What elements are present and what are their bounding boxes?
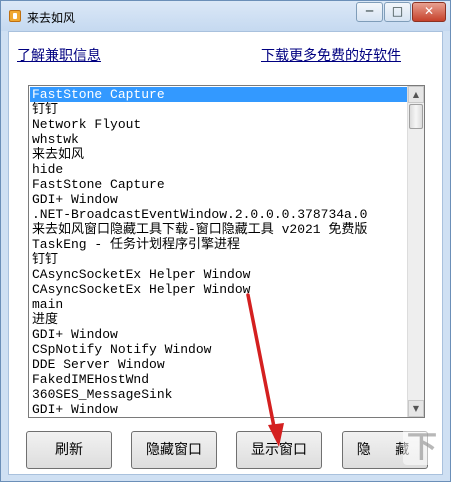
svg-text:下: 下 (407, 430, 437, 465)
list-item[interactable]: Network Flyout (30, 117, 407, 132)
title-bar[interactable]: 来去如风 ─ □ ✕ (1, 1, 450, 31)
close-button[interactable]: ✕ (412, 2, 446, 22)
list-item[interactable]: hide (30, 162, 407, 177)
window-list-items: FastStone Capture 钉钉 Network Flyout whstwk 来… (30, 87, 407, 416)
list-item[interactable]: FakedIMEHostWnd (30, 372, 407, 387)
show-window-button[interactable]: 显示窗口 (236, 431, 322, 469)
scroll-thumb[interactable] (409, 104, 423, 129)
list-item[interactable]: 钉钉 (30, 102, 407, 117)
hide-window-button[interactable]: 隐藏窗口 (131, 431, 217, 469)
list-item[interactable]: TaskEng - 任务计划程序引擎进程 (30, 237, 407, 252)
client-area: 了解兼职信息 下载更多免费的好软件 FastStone Capture 钉钉 Net… (8, 31, 443, 475)
window-list[interactable]: FastStone Capture 钉钉 Network Flyout whstwk 来… (28, 85, 425, 418)
list-item[interactable]: CAsyncSocketEx Helper Window (30, 267, 407, 282)
list-item[interactable]: 钉钉 (30, 252, 407, 267)
main-window: 来去如风 ─ □ ✕ 了解兼职信息 下载更多免费的好软件 FastStone C… (0, 0, 451, 482)
watermark-logo: 下 (403, 425, 441, 465)
minimize-button[interactable]: ─ (356, 2, 383, 22)
app-icon (9, 10, 21, 22)
window-title: 来去如风 (27, 11, 76, 25)
list-item[interactable]: DDE Server Window (30, 357, 407, 372)
list-item[interactable]: whstwk (30, 132, 407, 147)
list-item[interactable]: GDI+ Window (30, 327, 407, 342)
list-item[interactable]: 进度 (30, 312, 407, 327)
list-item[interactable]: FastStone Capture (30, 87, 407, 102)
scroll-up-icon[interactable]: ▲ (408, 86, 424, 103)
list-item[interactable]: CSpNotify Notify Window (30, 342, 407, 357)
list-item[interactable]: 来去如风窗口隐藏工具下载-窗口隐藏工具 v2021 免费版 (30, 222, 407, 237)
download-more-software-link[interactable]: 下载更多免费的好软件 (261, 45, 401, 65)
list-item[interactable]: FastStone Capture (30, 177, 407, 192)
list-item[interactable]: CAsyncSocketEx Helper Window (30, 282, 407, 297)
list-item[interactable]: GDI+ Window (30, 192, 407, 207)
scroll-down-icon[interactable]: ▼ (408, 400, 424, 417)
list-item[interactable]: 来去如风 (30, 147, 407, 162)
list-item[interactable]: .NET-BroadcastEventWindow.2.0.0.0.378734… (30, 207, 407, 222)
maximize-button[interactable]: □ (384, 2, 411, 22)
part-time-info-link[interactable]: 了解兼职信息 (17, 45, 101, 65)
list-item[interactable]: main (30, 297, 407, 312)
list-item[interactable]: GDI+ Window (30, 402, 407, 416)
list-item[interactable]: 360SES_MessageSink (30, 387, 407, 402)
refresh-button[interactable]: 刷新 (26, 431, 112, 469)
vertical-scrollbar[interactable]: ▲ ▼ (407, 86, 424, 417)
